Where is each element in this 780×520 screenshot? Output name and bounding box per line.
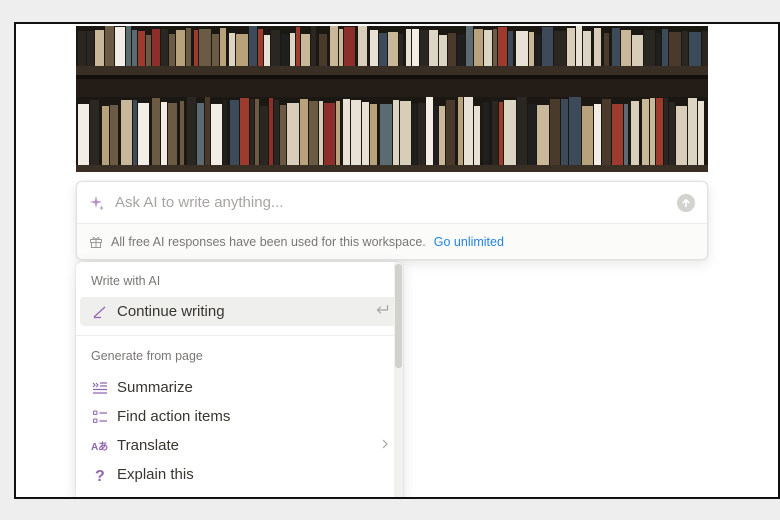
ai-usage-notice: All free AI responses have been used for… (77, 224, 707, 259)
section-title-write-with-ai: Write with AI (91, 274, 161, 288)
menu-item-label: Summarize (117, 379, 193, 396)
menu-item-translate[interactable]: Aあ Translate (80, 431, 399, 460)
menu-item-find-action-items[interactable]: Find action items (80, 402, 399, 431)
menu-item-label: Continue writing (117, 303, 225, 320)
svg-text:Aあ: Aあ (91, 440, 108, 453)
chevron-right-icon (381, 437, 389, 454)
ai-command-menu: Write with AI Continue writing Generate … (76, 262, 403, 497)
summarize-icon (91, 379, 109, 397)
enter-return-icon (375, 303, 389, 320)
ai-input-row (77, 182, 707, 224)
bookshelf-photo (76, 26, 708, 172)
page-cover-image (76, 26, 708, 172)
gift-icon (90, 236, 102, 248)
svg-text:?: ? (95, 468, 105, 483)
send-button[interactable] (677, 193, 695, 212)
menu-item-label: Explain this (117, 466, 194, 483)
menu-item-summarize[interactable]: Summarize (80, 373, 399, 402)
menu-item-explain-this[interactable]: ? Explain this (80, 460, 399, 489)
app-window: All free AI responses have been used for… (14, 22, 780, 499)
arrow-up-icon (682, 198, 690, 207)
question-icon: ? (91, 466, 109, 484)
menu-item-continue-writing[interactable]: Continue writing (80, 297, 399, 326)
ai-sparkle-icon (90, 195, 104, 210)
scrollbar-thumb[interactable] (395, 264, 402, 368)
ai-prompt-input[interactable] (113, 193, 677, 212)
ai-prompt-box: All free AI responses have been used for… (76, 181, 708, 260)
translate-icon: Aあ (91, 437, 109, 455)
menu-item-label: Translate (117, 437, 179, 454)
menu-item-label: Find action items (117, 408, 231, 425)
pencil-icon (91, 303, 109, 321)
ai-notice-text: All free AI responses have been used for… (111, 234, 426, 249)
menu-scrollbar[interactable] (394, 262, 403, 497)
go-unlimited-link[interactable]: Go unlimited (434, 235, 504, 249)
checklist-icon (91, 408, 109, 426)
menu-divider (76, 335, 403, 336)
section-title-generate-from-page: Generate from page (91, 349, 203, 363)
